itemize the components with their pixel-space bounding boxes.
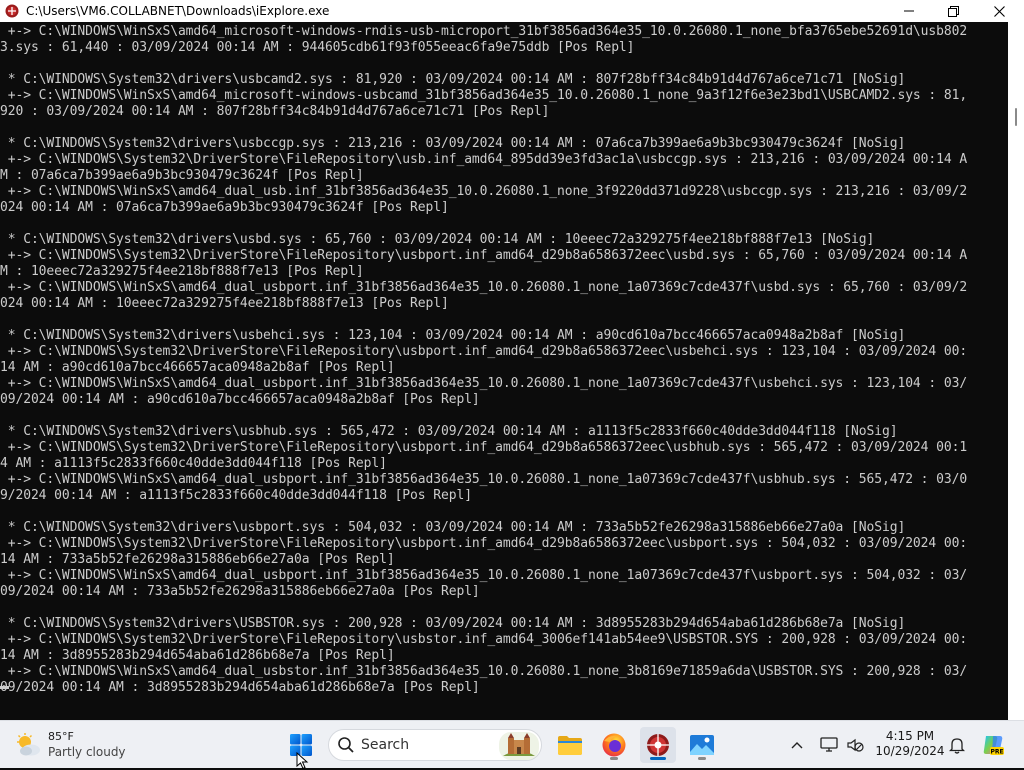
close-button[interactable] — [976, 0, 1022, 22]
chevron-up-icon — [791, 742, 803, 749]
iexplore-taskbar-button[interactable] — [640, 727, 676, 763]
console-line: +-> C:\WINDOWS\WinSxS\amd64_dual_usbport… — [0, 376, 968, 391]
close-icon — [993, 5, 1005, 17]
text-cursor — [0, 686, 9, 689]
volume-button[interactable] — [844, 733, 866, 757]
console-line: +-> C:\WINDOWS\WinSxS\amd64_dual_usbport… — [0, 568, 968, 583]
iexplore-icon — [647, 734, 669, 756]
weather-description: Partly cloudy — [48, 745, 126, 759]
search-placeholder: Search — [361, 737, 410, 753]
photos-button[interactable] — [684, 727, 720, 763]
console-line: 09/2024 00:14 AM : a90cd610a7bcc466657ac… — [0, 392, 480, 407]
console-line: 14 AM : a90cd610a7bcc466657aca0948a2b8af… — [0, 360, 395, 375]
console-line: 14 AM : 733a5b52fe26298a315886eb66e27a0a… — [0, 552, 395, 567]
volume-muted-icon — [847, 738, 864, 752]
console-line: +-> C:\WINDOWS\WinSxS\amd64_microsoft-wi… — [0, 24, 968, 39]
console-line: +-> C:\WINDOWS\WinSxS\amd64_dual_usbport… — [0, 280, 968, 295]
restore-icon — [947, 5, 959, 17]
search-icon — [338, 737, 354, 753]
taskbar: 85°F Partly cloudy Search 4:15 PM 10/29/… — [0, 720, 1024, 768]
console-lines: +-> C:\WINDOWS\WinSxS\amd64_microsoft-wi… — [0, 22, 1008, 696]
console-line: 024 00:14 AM : 07a6ca7b399ae6a9b3bc93047… — [0, 200, 449, 215]
copilot-icon: PRE — [983, 736, 1004, 756]
mouse-pointer-icon — [296, 752, 309, 770]
svg-text:PRE: PRE — [990, 749, 1003, 756]
notifications-button[interactable] — [946, 733, 968, 757]
console-line: * C:\WINDOWS\System32\drivers\usbccgp.sy… — [0, 136, 906, 151]
system-clock[interactable]: 4:15 PM 10/29/2024 — [874, 729, 946, 759]
clock-time: 4:15 PM — [885, 729, 935, 743]
console-line: +-> C:\WINDOWS\WinSxS\amd64_dual_usbstor… — [0, 664, 968, 679]
console-line: 3.sys : 61,440 : 03/09/2024 00:14 AM : 9… — [0, 40, 635, 55]
minimize-button[interactable] — [886, 0, 932, 22]
minimize-icon — [904, 10, 914, 12]
console-line: * C:\WINDOWS\System32\drivers\usbcamd2.s… — [0, 72, 906, 87]
castle-widget-icon — [499, 732, 539, 760]
console-line: 024 00:14 AM : 10eeec72a329275f4ee218bf8… — [0, 296, 449, 311]
network-icon — [820, 737, 838, 752]
console-line: M : 10eeec72a329275f4ee218bf888f7e13 [Po… — [0, 264, 364, 279]
running-indicator — [698, 757, 706, 760]
file-explorer-button[interactable] — [552, 727, 588, 763]
console-line: * C:\WINDOWS\System32\drivers\usbd.sys :… — [0, 232, 875, 247]
title-bar: C:\Users\VM6.COLLABNET\Downloads\iExplor… — [0, 0, 1024, 22]
folder-icon — [558, 736, 582, 755]
firefox-button[interactable] — [596, 727, 632, 763]
console-line: +-> C:\WINDOWS\System32\DriverStore\File… — [0, 344, 968, 359]
console-line: +-> C:\WINDOWS\WinSxS\amd64_microsoft-wi… — [0, 88, 968, 103]
console-line: +-> C:\WINDOWS\System32\DriverStore\File… — [0, 536, 968, 551]
weather-widget[interactable]: 85°F Partly cloudy — [14, 727, 126, 763]
console-line: M : 07a6ca7b399ae6a9b3bc930479c3624f [Po… — [0, 168, 364, 183]
console-output[interactable]: +-> C:\WINDOWS\WinSxS\amd64_microsoft-wi… — [0, 22, 1008, 720]
running-indicator — [610, 757, 618, 760]
console-line: * C:\WINDOWS\System32\drivers\usbhub.sys… — [0, 424, 898, 439]
console-line: 14 AM : 3d8955283b294d654aba61d286b68e7a… — [0, 648, 395, 663]
maximize-button[interactable] — [930, 0, 976, 22]
scrollbar-thumb[interactable] — [1015, 108, 1017, 126]
console-line: +-> C:\WINDOWS\WinSxS\amd64_dual_usb.inf… — [0, 184, 968, 199]
console-line: 4 AM : a1113f5c2833f660c40dde3dd044f118 … — [0, 456, 387, 471]
copilot-button[interactable]: PRE — [980, 733, 1006, 757]
vertical-scrollbar[interactable] — [1008, 22, 1024, 720]
console-line: * C:\WINDOWS\System32\drivers\usbehci.sy… — [0, 328, 906, 343]
console-line: +-> C:\WINDOWS\WinSxS\amd64_dual_usbport… — [0, 472, 968, 487]
weather-temperature: 85°F — [48, 730, 74, 743]
console-line: * C:\WINDOWS\System32\drivers\USBSTOR.sy… — [0, 616, 906, 631]
bell-icon — [949, 738, 965, 754]
console-line: +-> C:\WINDOWS\System32\DriverStore\File… — [0, 248, 968, 263]
console-line: +-> C:\WINDOWS\System32\DriverStore\File… — [0, 440, 968, 455]
console-line: 9/2024 00:14 AM : a1113f5c2833f660c40dde… — [0, 488, 472, 503]
firefox-icon — [602, 733, 626, 757]
window-title: C:\Users\VM6.COLLABNET\Downloads\iExplor… — [26, 4, 330, 18]
console-line: * C:\WINDOWS\System32\drivers\usbport.sy… — [0, 520, 906, 535]
console-line: 920 : 03/09/2024 00:14 AM : 807f28bff34c… — [0, 104, 550, 119]
network-button[interactable] — [818, 733, 840, 757]
active-window-indicator — [650, 757, 666, 760]
photos-icon — [690, 735, 714, 755]
console-line: 09/2024 00:14 AM : 3d8955283b294d654aba6… — [0, 680, 480, 695]
show-hidden-icons-button[interactable] — [786, 733, 808, 757]
clock-date: 10/29/2024 — [875, 744, 945, 758]
app-icon — [4, 3, 20, 19]
console-line: 09/2024 00:14 AM : 733a5b52fe26298a31588… — [0, 584, 480, 599]
console-line: +-> C:\WINDOWS\System32\DriverStore\File… — [0, 632, 968, 647]
taskbar-search-box[interactable]: Search — [328, 729, 542, 761]
console-line: +-> C:\WINDOWS\System32\DriverStore\File… — [0, 152, 968, 167]
partly-cloudy-icon — [17, 733, 40, 756]
